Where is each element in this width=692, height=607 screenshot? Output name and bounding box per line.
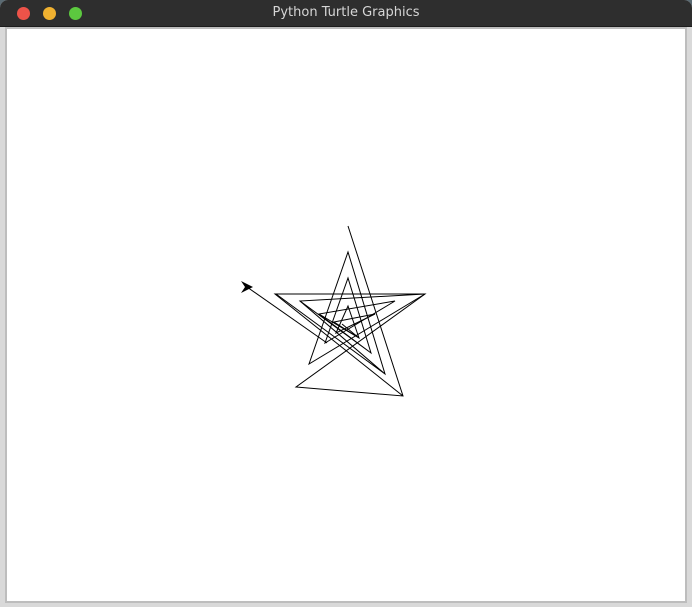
turtle-canvas[interactable]	[7, 29, 685, 601]
turtle-arrow-icon	[241, 281, 253, 293]
window-title: Python Turtle Graphics	[272, 5, 420, 20]
trail-line	[246, 286, 328, 344]
canvas-frame	[5, 27, 687, 603]
turtle-window: Python Turtle Graphics	[0, 0, 692, 607]
title-bar[interactable]: Python Turtle Graphics	[0, 0, 692, 27]
